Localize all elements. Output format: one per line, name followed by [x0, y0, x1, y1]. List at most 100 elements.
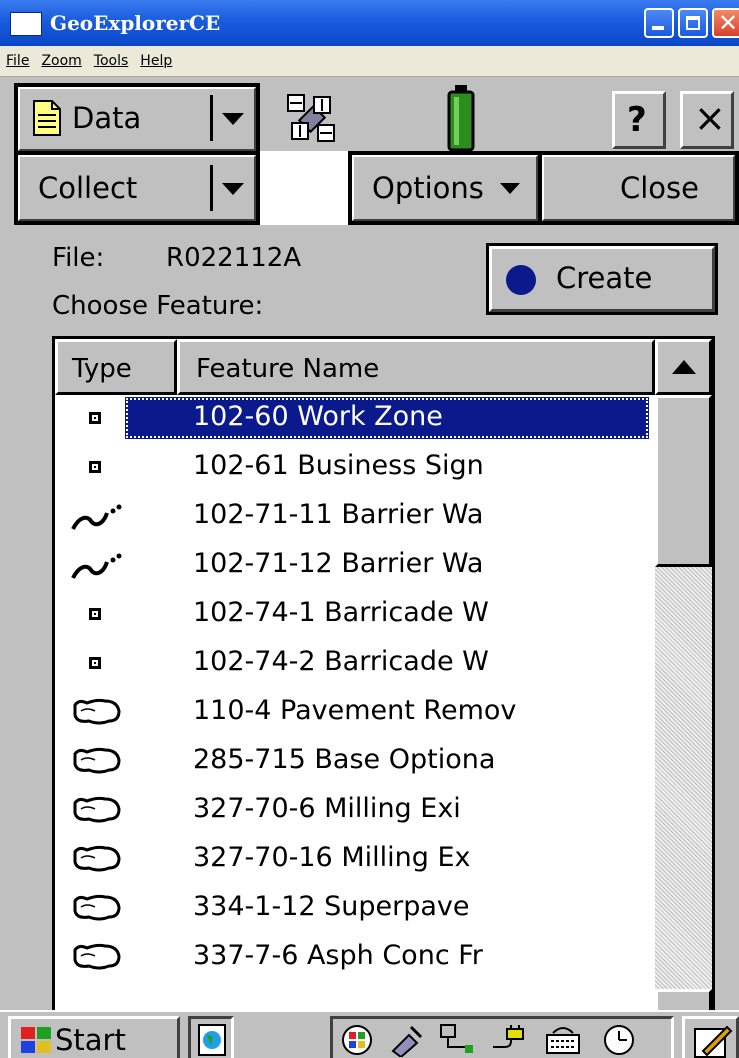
choose-feature-label: Choose Feature:	[52, 291, 264, 321]
options-button[interactable]: Options	[348, 151, 542, 225]
close-x-button[interactable]: ×	[680, 91, 734, 149]
record-dot-icon	[506, 265, 536, 295]
window-close-button[interactable]: ✕	[712, 8, 739, 38]
area-feature-icon	[69, 695, 123, 729]
area-feature-icon	[69, 940, 123, 974]
chevron-down-icon	[500, 183, 520, 194]
title-bar[interactable]: GeoExplorerCE ✕	[0, 0, 739, 46]
options-label: Options	[372, 171, 484, 205]
connection-icon[interactable]	[437, 1023, 477, 1057]
network-icon[interactable]	[339, 1023, 375, 1057]
list-item[interactable]: 285-715 Base Optiona	[55, 738, 655, 787]
list-item[interactable]: 327-70-16 Milling Ex	[55, 836, 655, 885]
menu-tools[interactable]: Tools	[88, 46, 135, 69]
help-label: ?	[627, 100, 647, 140]
menu-help[interactable]: Help	[134, 46, 178, 69]
menu-zoom[interactable]: Zoom	[35, 46, 87, 69]
feature-name: 102-74-2 Barricade W	[193, 646, 489, 677]
column-header-name-label: Feature Name	[196, 354, 380, 384]
start-label: Start	[55, 1023, 126, 1057]
feature-name: 285-715 Base Optiona	[193, 744, 496, 775]
point-feature-icon	[69, 646, 123, 680]
blank-panel	[260, 151, 350, 225]
data-dropdown[interactable]: Data	[14, 83, 260, 155]
area-feature-icon	[69, 842, 123, 876]
list-item[interactable]: 337-7-6 Asph Conc Fr	[55, 934, 655, 983]
area-feature-icon	[69, 891, 123, 925]
chevron-down-icon	[222, 183, 244, 195]
stylus-icon[interactable]	[389, 1023, 425, 1057]
list-item[interactable]: 102-71-12 Barrier Wa	[55, 542, 655, 591]
create-label: Create	[556, 261, 653, 295]
minimize-icon	[652, 26, 664, 30]
create-button[interactable]: Create	[486, 243, 718, 315]
feature-name: 102-71-11 Barrier Wa	[193, 499, 484, 530]
point-feature-icon	[69, 597, 123, 631]
create-face: Create	[489, 246, 715, 312]
window-title: GeoExplorerCE	[50, 11, 221, 35]
satellite-icon	[287, 94, 335, 142]
feature-name: 102-74-1 Barricade W	[193, 597, 489, 628]
line-feature-icon	[69, 548, 123, 582]
dropdown-separator	[210, 95, 213, 141]
start-button[interactable]: Start	[8, 1016, 180, 1058]
list-item[interactable]: 334-1-12 Superpave	[55, 885, 655, 934]
clock-icon[interactable]	[601, 1023, 637, 1057]
globe-app-icon	[198, 1024, 226, 1056]
list-item[interactable]: 327-70-6 Milling Exi	[55, 787, 655, 836]
list-item[interactable]: 102-74-2 Barricade W	[55, 640, 655, 689]
feature-name: 102-60 Work Zone	[193, 401, 443, 432]
close-label: Close	[620, 171, 699, 205]
list-item[interactable]: 110-4 Pavement Remov	[55, 689, 655, 738]
list-item[interactable]: 102-71-11 Barrier Wa	[55, 493, 655, 542]
app-window: GeoExplorerCE ✕ File Zoom Tools Help Data	[0, 0, 739, 1058]
collect-dropdown[interactable]: Collect	[14, 151, 260, 225]
chevron-down-icon	[222, 113, 244, 125]
close-button[interactable]: Close	[538, 151, 739, 225]
minimize-button[interactable]	[644, 8, 674, 38]
pen-pad-icon	[694, 1025, 733, 1058]
maximize-icon	[686, 16, 700, 30]
column-header-type[interactable]: Type	[55, 339, 177, 395]
feature-name: 327-70-16 Milling Ex	[193, 842, 471, 873]
close-icon: ✕	[718, 9, 739, 37]
dropdown-separator	[210, 165, 213, 211]
scrollbar-thumb[interactable]	[655, 395, 712, 567]
options-face: Options	[352, 155, 538, 221]
input-panel-button[interactable]	[682, 1016, 739, 1058]
list-item[interactable]: 102-60 Work Zone	[55, 395, 655, 444]
area-feature-icon	[69, 744, 123, 778]
data-dropdown-face: Data	[18, 87, 256, 151]
feature-name: 102-71-12 Barrier Wa	[193, 548, 484, 579]
area-feature-icon	[69, 793, 123, 827]
feature-name: 334-1-12 Superpave	[193, 891, 470, 922]
column-header-feature-name[interactable]: Feature Name	[177, 339, 655, 395]
file-value: R022112A	[166, 243, 302, 273]
scroll-up-button[interactable]	[655, 339, 712, 395]
list-item[interactable]: 102-74-1 Barricade W	[55, 591, 655, 640]
file-label: File:	[52, 243, 105, 273]
feature-name: 337-7-6 Asph Conc Fr	[193, 940, 483, 971]
list-item[interactable]: 102-61 Business Sign	[55, 444, 655, 493]
point-feature-icon	[69, 401, 123, 435]
line-feature-icon	[69, 499, 123, 533]
menu-file[interactable]: File	[0, 46, 35, 69]
menu-bar: File Zoom Tools Help	[0, 46, 739, 77]
maximize-button[interactable]	[678, 8, 708, 38]
arrow-up-icon	[672, 360, 696, 374]
help-button[interactable]: ?	[612, 91, 666, 149]
app-icon	[10, 12, 42, 36]
collect-label: Collect	[38, 171, 138, 205]
power-plug-icon[interactable]	[489, 1023, 529, 1057]
collect-dropdown-face: Collect	[18, 155, 256, 221]
feature-list[interactable]: Type Feature Name 102-60 Work Zone 102-61…	[52, 336, 715, 1048]
system-tray	[330, 1016, 674, 1058]
taskbar: Start	[0, 1010, 739, 1058]
keyboard-icon[interactable]	[543, 1023, 583, 1057]
device-screen: Data ? × Collect Options Close File: R02…	[0, 77, 739, 1058]
feature-name: 327-70-6 Milling Exi	[193, 793, 461, 824]
close-face: Close	[542, 155, 735, 221]
taskbar-app-button[interactable]	[188, 1016, 234, 1058]
feature-name: 102-61 Business Sign	[193, 450, 484, 481]
feature-name: 110-4 Pavement Remov	[193, 695, 517, 726]
